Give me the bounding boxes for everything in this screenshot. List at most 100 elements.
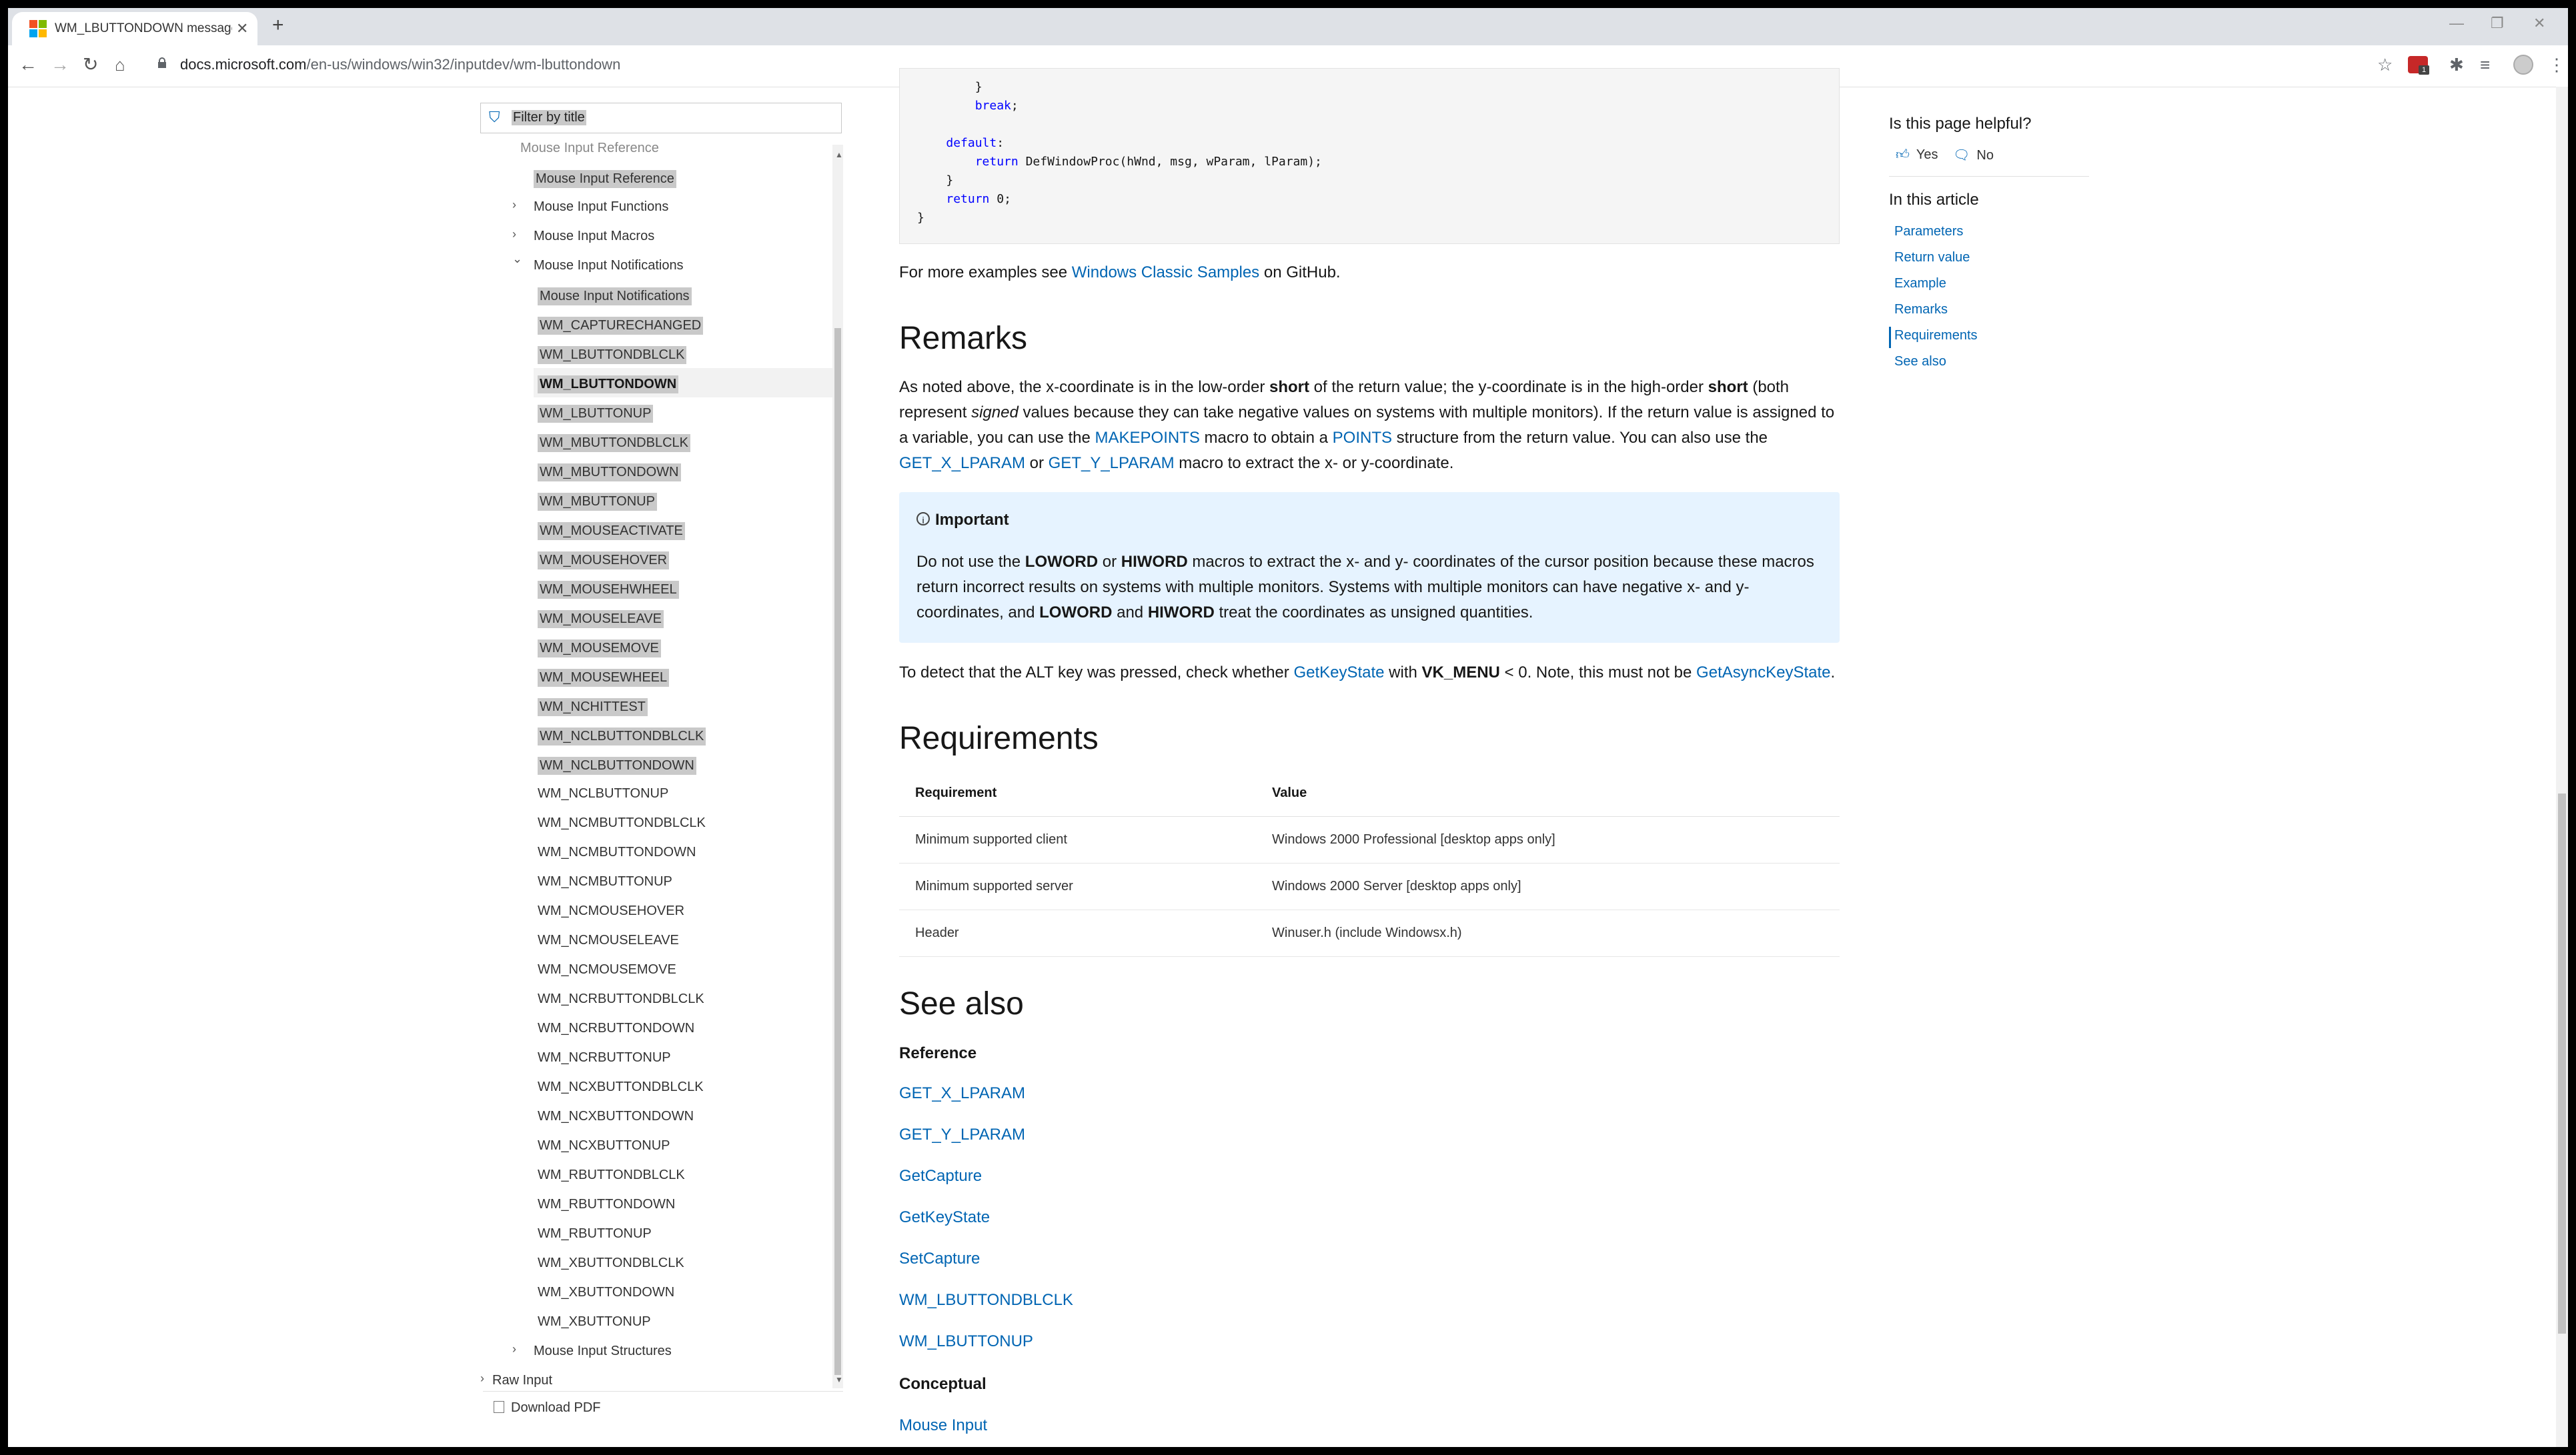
- new-tab-button[interactable]: +: [272, 15, 284, 35]
- chevron-right-icon[interactable]: ›: [512, 198, 516, 212]
- toc-item[interactable]: WM_NCMBUTTONDOWN: [534, 838, 832, 867]
- toc-link-requirements[interactable]: Requirements: [1894, 328, 1978, 343]
- toc-item[interactable]: WM_NCLBUTTONDOWN: [534, 750, 832, 779]
- toc-item[interactable]: WM_MBUTTONUP: [534, 485, 832, 515]
- windows-classic-samples-link[interactable]: Windows Classic Samples: [1072, 263, 1259, 281]
- toc-item[interactable]: WM_NCMBUTTONUP: [534, 867, 832, 896]
- conceptual-link[interactable]: Mouse Input: [899, 1416, 987, 1435]
- toc-item-label: WM_NCMBUTTONUP: [538, 874, 672, 889]
- toc-link-example[interactable]: Example: [1894, 276, 1946, 291]
- toc-link-return-value[interactable]: Return value: [1894, 250, 1970, 265]
- toc-item[interactable]: WM_NCRBUTTONDBLCLK: [534, 984, 832, 1014]
- toc-item-label: Mouse Input Reference: [534, 170, 676, 188]
- reload-icon[interactable]: ↻: [83, 55, 98, 75]
- filter-input[interactable]: ⛉ Filter by title: [480, 103, 842, 133]
- toc-item[interactable]: WM_CAPTURECHANGED: [534, 309, 832, 339]
- extensions-puzzle-icon[interactable]: ✱: [2449, 55, 2464, 75]
- home-icon[interactable]: ⌂: [115, 55, 125, 75]
- toc-item[interactable]: WM_MOUSEHWHEEL: [534, 573, 832, 603]
- menu-dots-icon[interactable]: ⋮: [2548, 55, 2565, 75]
- no-button[interactable]: 🗨︎ No: [1953, 147, 1994, 163]
- chevron-right-icon[interactable]: ›: [512, 1342, 516, 1356]
- toc-item[interactable]: WM_MOUSEMOVE: [534, 632, 832, 661]
- toc-item[interactable]: WM_XBUTTONUP: [534, 1307, 832, 1336]
- see-also-link[interactable]: GetCapture: [899, 1167, 982, 1186]
- see-also-link[interactable]: SetCapture: [899, 1250, 980, 1268]
- toc-item[interactable]: › Mouse Input Macros: [480, 221, 832, 251]
- getkeystate-link[interactable]: GetKeyState: [1293, 663, 1384, 681]
- toc-item-label: Mouse Input Functions: [534, 199, 669, 214]
- toc-item[interactable]: WM_NCMOUSEHOVER: [534, 896, 832, 926]
- toc-item[interactable]: WM_MBUTTONDBLCLK: [534, 427, 832, 456]
- address-bar[interactable]: docs.microsoft.com/en-us/windows/win32/i…: [180, 56, 620, 73]
- toc-item[interactable]: WM_NCXBUTTONDOWN: [534, 1102, 832, 1131]
- chevron-right-icon[interactable]: ›: [512, 227, 516, 241]
- toc-item[interactable]: WM_XBUTTONDBLCLK: [534, 1248, 832, 1278]
- toc-item[interactable]: WM_MOUSELEAVE: [534, 603, 832, 632]
- toc-item[interactable]: WM_NCLBUTTONUP: [534, 779, 832, 808]
- toc-item[interactable]: WM_NCMOUSEMOVE: [534, 955, 832, 984]
- toc-item[interactable]: Mouse Input Reference: [480, 163, 832, 192]
- toc-item[interactable]: WM_LBUTTONDOWN: [534, 368, 832, 397]
- toc-item[interactable]: WM_MOUSEHOVER: [534, 544, 832, 573]
- toc-item[interactable]: WM_NCXBUTTONUP: [534, 1131, 832, 1160]
- toc-item[interactable]: WM_NCHITTEST: [534, 691, 832, 720]
- toc-item[interactable]: WM_NCLBUTTONDBLCLK: [534, 720, 832, 750]
- getasynckeystate-link[interactable]: GetAsyncKeyState: [1696, 663, 1830, 681]
- toc-item[interactable]: WM_NCMBUTTONDBLCLK: [534, 808, 832, 838]
- see-also-link[interactable]: GET_X_LPARAM: [899, 1084, 1025, 1103]
- toc-item[interactable]: › Raw Input: [480, 1366, 832, 1392]
- toc-item[interactable]: WM_MBUTTONDOWN: [534, 456, 832, 485]
- toc-item[interactable]: WM_XBUTTONDOWN: [534, 1278, 832, 1307]
- toc-item[interactable]: Mouse Input Notifications: [534, 280, 832, 309]
- toc-item[interactable]: ⌄ Mouse Input Notifications: [480, 251, 832, 280]
- see-also-link[interactable]: GetKeyState: [899, 1208, 990, 1227]
- toc-scroll-thumb[interactable]: [834, 328, 841, 1375]
- bookmark-star-icon[interactable]: ☆: [2377, 55, 2393, 75]
- reading-list-icon[interactable]: ≡: [2480, 55, 2490, 75]
- see-also-link[interactable]: GET_Y_LPARAM: [899, 1126, 1025, 1144]
- toc-item[interactable]: WM_RBUTTONDBLCLK: [534, 1160, 832, 1190]
- tab-strip: WM_LBUTTONDOWN message ( ✕ + — ❐ ✕: [8, 8, 2568, 45]
- get-x-lparam-link[interactable]: GET_X_LPARAM: [899, 454, 1025, 472]
- forward-icon[interactable]: →: [51, 55, 69, 75]
- pdf-icon: [494, 1401, 504, 1413]
- toc-item[interactable]: WM_RBUTTONDOWN: [534, 1190, 832, 1219]
- toc-item[interactable]: › Mouse Input Functions: [480, 192, 832, 221]
- page-scroll-thumb[interactable]: [2558, 794, 2566, 1334]
- get-y-lparam-link[interactable]: GET_Y_LPARAM: [1049, 454, 1175, 472]
- browser-tab[interactable]: WM_LBUTTONDOWN message ( ✕: [12, 12, 257, 45]
- toc-link-parameters[interactable]: Parameters: [1894, 224, 1963, 239]
- restore-button[interactable]: ❐: [2491, 15, 2504, 32]
- points-link[interactable]: POINTS: [1333, 429, 1392, 447]
- important-note: i Important Do not use the LOWORD or HIWO…: [899, 492, 1840, 643]
- back-icon[interactable]: ←: [19, 55, 37, 75]
- toc-item[interactable]: WM_NCXBUTTONDBLCLK: [534, 1072, 832, 1102]
- download-pdf-link[interactable]: Download PDF: [494, 1400, 601, 1416]
- chevron-right-icon[interactable]: ›: [480, 1372, 484, 1386]
- toc-item[interactable]: › Mouse Input Structures: [480, 1336, 832, 1366]
- yes-button[interactable]: 👍︎ Yes: [1896, 147, 1938, 163]
- toc-item[interactable]: WM_NCRBUTTONUP: [534, 1043, 832, 1072]
- close-tab-icon[interactable]: ✕: [236, 20, 248, 37]
- minimize-button[interactable]: —: [2449, 15, 2464, 32]
- toc-item[interactable]: WM_MOUSEWHEEL: [534, 661, 832, 691]
- toc-item[interactable]: WM_MOUSEACTIVATE: [534, 515, 832, 544]
- toc-item-partial[interactable]: Mouse Input Reference: [480, 141, 832, 163]
- toc-link-see-also[interactable]: See also: [1894, 354, 1946, 369]
- toc-item[interactable]: WM_RBUTTONUP: [534, 1219, 832, 1248]
- chevron-down-icon[interactable]: ⌄: [512, 252, 522, 266]
- toc-item[interactable]: WM_LBUTTONUP: [534, 397, 832, 427]
- see-also-link[interactable]: WM_LBUTTONDBLCLK: [899, 1291, 1073, 1310]
- scroll-up-icon[interactable]: ▲: [835, 150, 843, 159]
- see-also-link[interactable]: WM_LBUTTONUP: [899, 1332, 1033, 1351]
- toc-item[interactable]: WM_NCMOUSELEAVE: [534, 926, 832, 955]
- profile-avatar[interactable]: [2513, 55, 2533, 75]
- code-line: }: [917, 211, 924, 225]
- scroll-down-icon[interactable]: ▼: [835, 1375, 843, 1384]
- makepoints-link[interactable]: MAKEPOINTS: [1095, 429, 1200, 447]
- toc-item[interactable]: WM_LBUTTONDBLCLK: [534, 339, 832, 368]
- toc-link-remarks[interactable]: Remarks: [1894, 302, 1948, 317]
- close-window-button[interactable]: ✕: [2533, 15, 2545, 32]
- toc-item[interactable]: WM_NCRBUTTONDOWN: [534, 1014, 832, 1043]
